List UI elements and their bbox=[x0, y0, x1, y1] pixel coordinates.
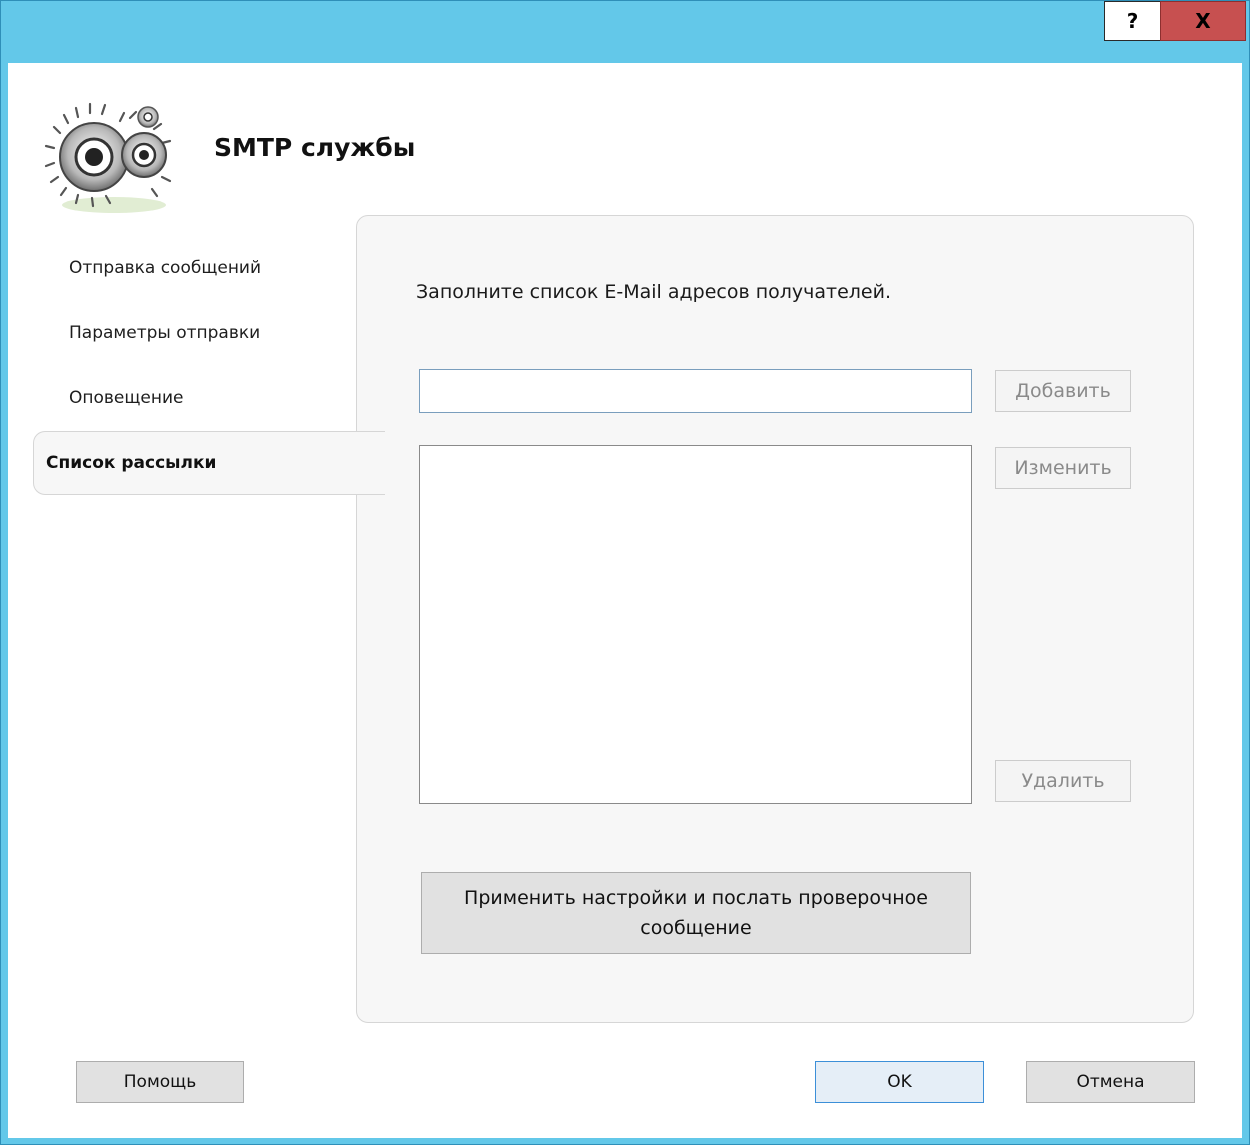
title-bar[interactable]: ? X bbox=[1, 1, 1249, 63]
sidebar-item-mailing-list[interactable]: Список рассылки bbox=[33, 431, 385, 495]
gears-logo-icon bbox=[44, 102, 172, 213]
delete-button[interactable]: Удалить bbox=[995, 760, 1131, 802]
ok-button[interactable]: OK bbox=[815, 1061, 984, 1103]
help-button[interactable]: Помощь bbox=[76, 1061, 244, 1103]
dialog-window: ? X SMTP службы Отправка сообщений Парам… bbox=[0, 0, 1250, 1145]
sidebar-item-send-messages[interactable]: Отправка сообщений bbox=[69, 258, 261, 278]
recipients-list[interactable] bbox=[419, 445, 972, 804]
sidebar-item-notification[interactable]: Оповещение bbox=[69, 388, 183, 408]
sidebar-item-send-parameters[interactable]: Параметры отправки bbox=[69, 323, 260, 343]
dialog-body: SMTP службы Отправка сообщений Параметры… bbox=[8, 63, 1242, 1138]
mailing-list-panel: Заполните список E-Mail адресов получате… bbox=[356, 215, 1194, 1023]
instruction-text: Заполните список E-Mail адресов получате… bbox=[416, 281, 891, 303]
close-button[interactable]: X bbox=[1160, 1, 1246, 41]
help-icon-button[interactable]: ? bbox=[1104, 1, 1161, 41]
add-button[interactable]: Добавить bbox=[995, 370, 1131, 412]
apply-and-send-test-button[interactable]: Применить настройки и послать проверочно… bbox=[421, 872, 971, 954]
cancel-button[interactable]: Отмена bbox=[1026, 1061, 1195, 1103]
email-input[interactable] bbox=[419, 369, 972, 413]
edit-button[interactable]: Изменить bbox=[995, 447, 1131, 489]
page-title: SMTP службы bbox=[214, 133, 416, 162]
